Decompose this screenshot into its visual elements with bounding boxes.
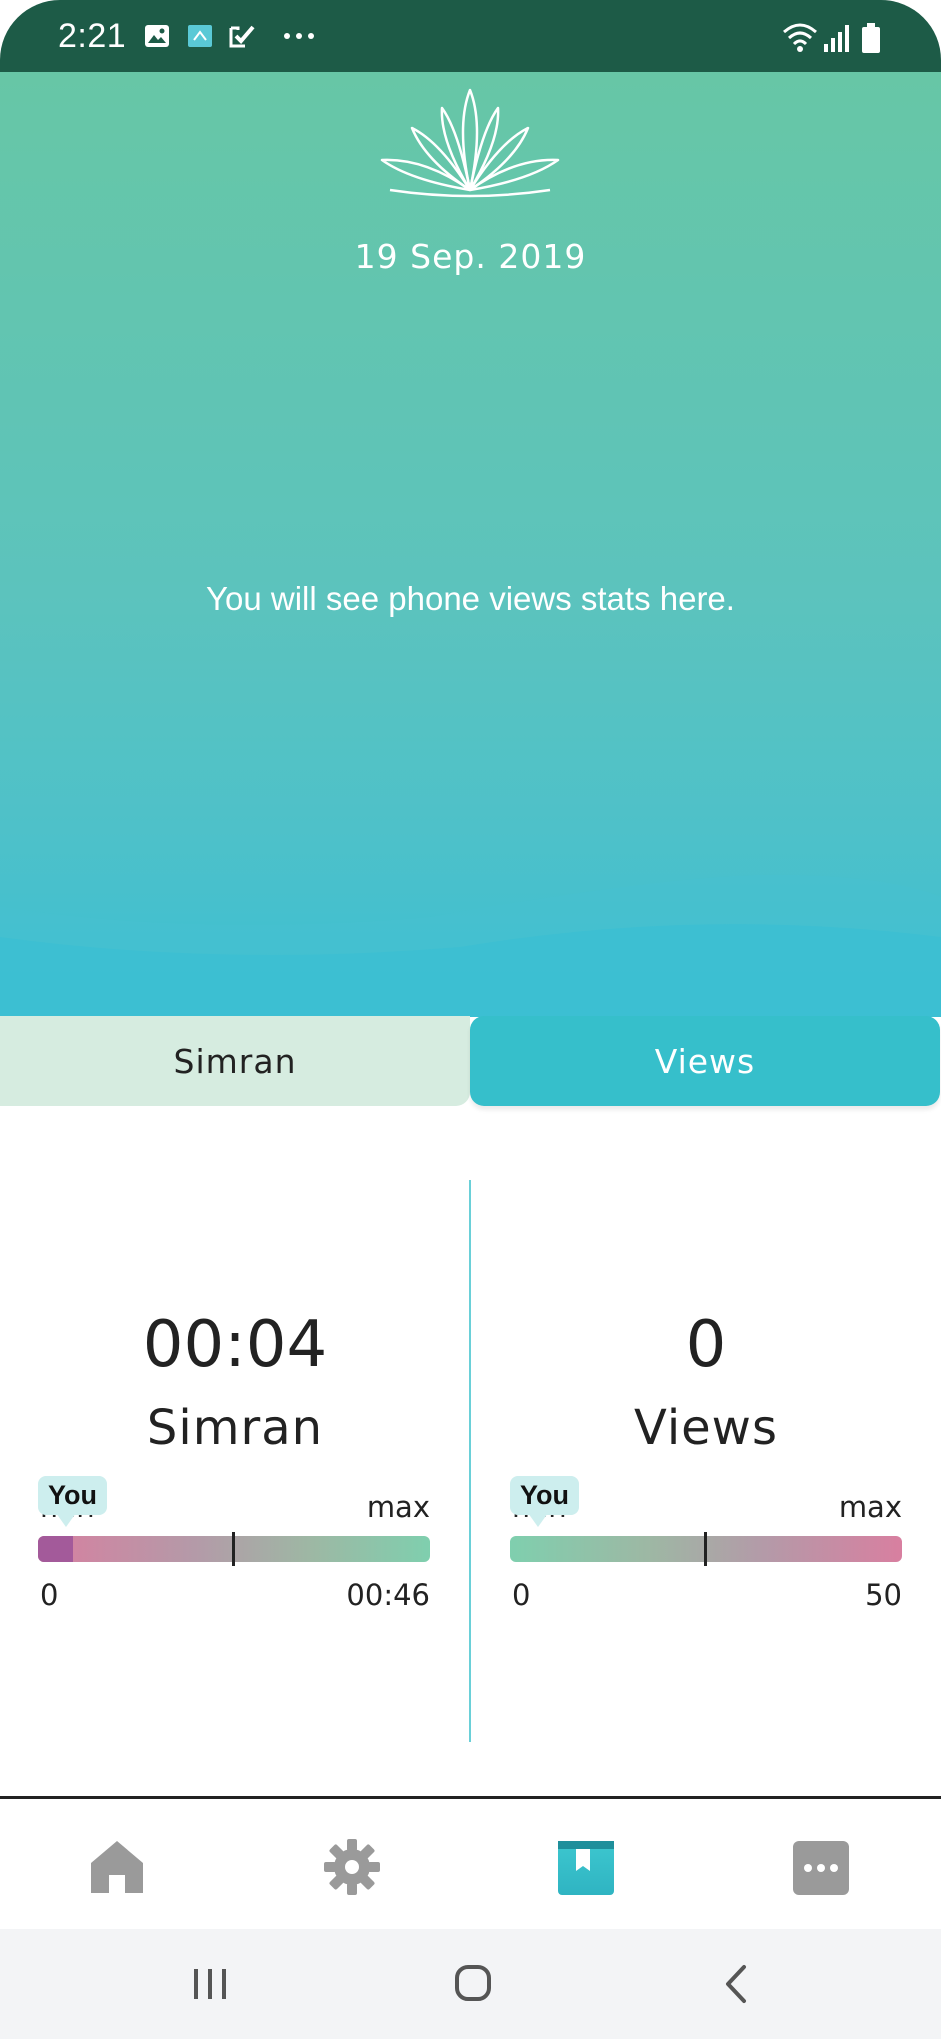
simran-you-fill <box>38 1536 74 1562</box>
signal-icon <box>824 25 849 52</box>
views-midpoint-marker <box>704 1532 707 1566</box>
hero-date: 19 Sep. 2019 <box>354 237 587 276</box>
image-icon <box>145 25 169 47</box>
home-icon[interactable] <box>87 1837 147 1897</box>
views-max-value: 50 <box>865 1578 902 1612</box>
simran-range: min max You 0 00:46 <box>38 1476 430 1612</box>
status-time: 2:21 <box>58 17 127 55</box>
wifi-icon <box>783 23 817 52</box>
simran-label: Simran <box>146 1400 324 1456</box>
views-label: Views <box>634 1400 778 1456</box>
simran-you-badge: You <box>38 1476 107 1527</box>
tab-views[interactable]: Views <box>470 1016 940 1106</box>
system-nav-bar <box>0 1929 941 2039</box>
stats-divider <box>469 1180 471 1742</box>
views-you-badge: You <box>510 1476 579 1527</box>
status-bar: 2:21 <box>0 0 941 72</box>
home-circle-icon[interactable] <box>443 1959 503 2009</box>
book-icon[interactable] <box>556 1837 616 1897</box>
simran-midpoint-marker <box>232 1532 235 1566</box>
check-icon <box>229 25 255 48</box>
recents-icon[interactable] <box>180 1959 240 2009</box>
app-icon <box>188 25 212 47</box>
gear-icon[interactable] <box>322 1837 382 1897</box>
bottom-nav <box>0 1796 941 1932</box>
more-icon[interactable] <box>791 1837 851 1897</box>
views-value: 0 <box>685 1308 727 1382</box>
more-dots-icon <box>284 33 314 39</box>
views-min-value: 0 <box>512 1578 531 1612</box>
simran-value: 00:04 <box>142 1308 328 1382</box>
views-range: min max You 0 50 <box>510 1476 902 1612</box>
simran-max-label: max <box>366 1490 430 1524</box>
battery-icon <box>862 23 880 53</box>
wave-decoration <box>0 874 941 1017</box>
hero-banner: 19 Sep. 2019 You will see phone views st… <box>0 72 941 1017</box>
back-icon[interactable] <box>706 1959 766 2009</box>
views-max-label: max <box>838 1490 902 1524</box>
tab-simran[interactable]: Simran <box>0 1016 470 1106</box>
simran-min-value: 0 <box>40 1578 59 1612</box>
phone-screen: 2:21 19 Sep. 2019 You will see phone vie… <box>0 0 941 2039</box>
lotus-logo <box>380 88 560 198</box>
simran-max-value: 00:46 <box>346 1578 430 1612</box>
empty-state-message: You will see phone views stats here. <box>206 580 735 617</box>
